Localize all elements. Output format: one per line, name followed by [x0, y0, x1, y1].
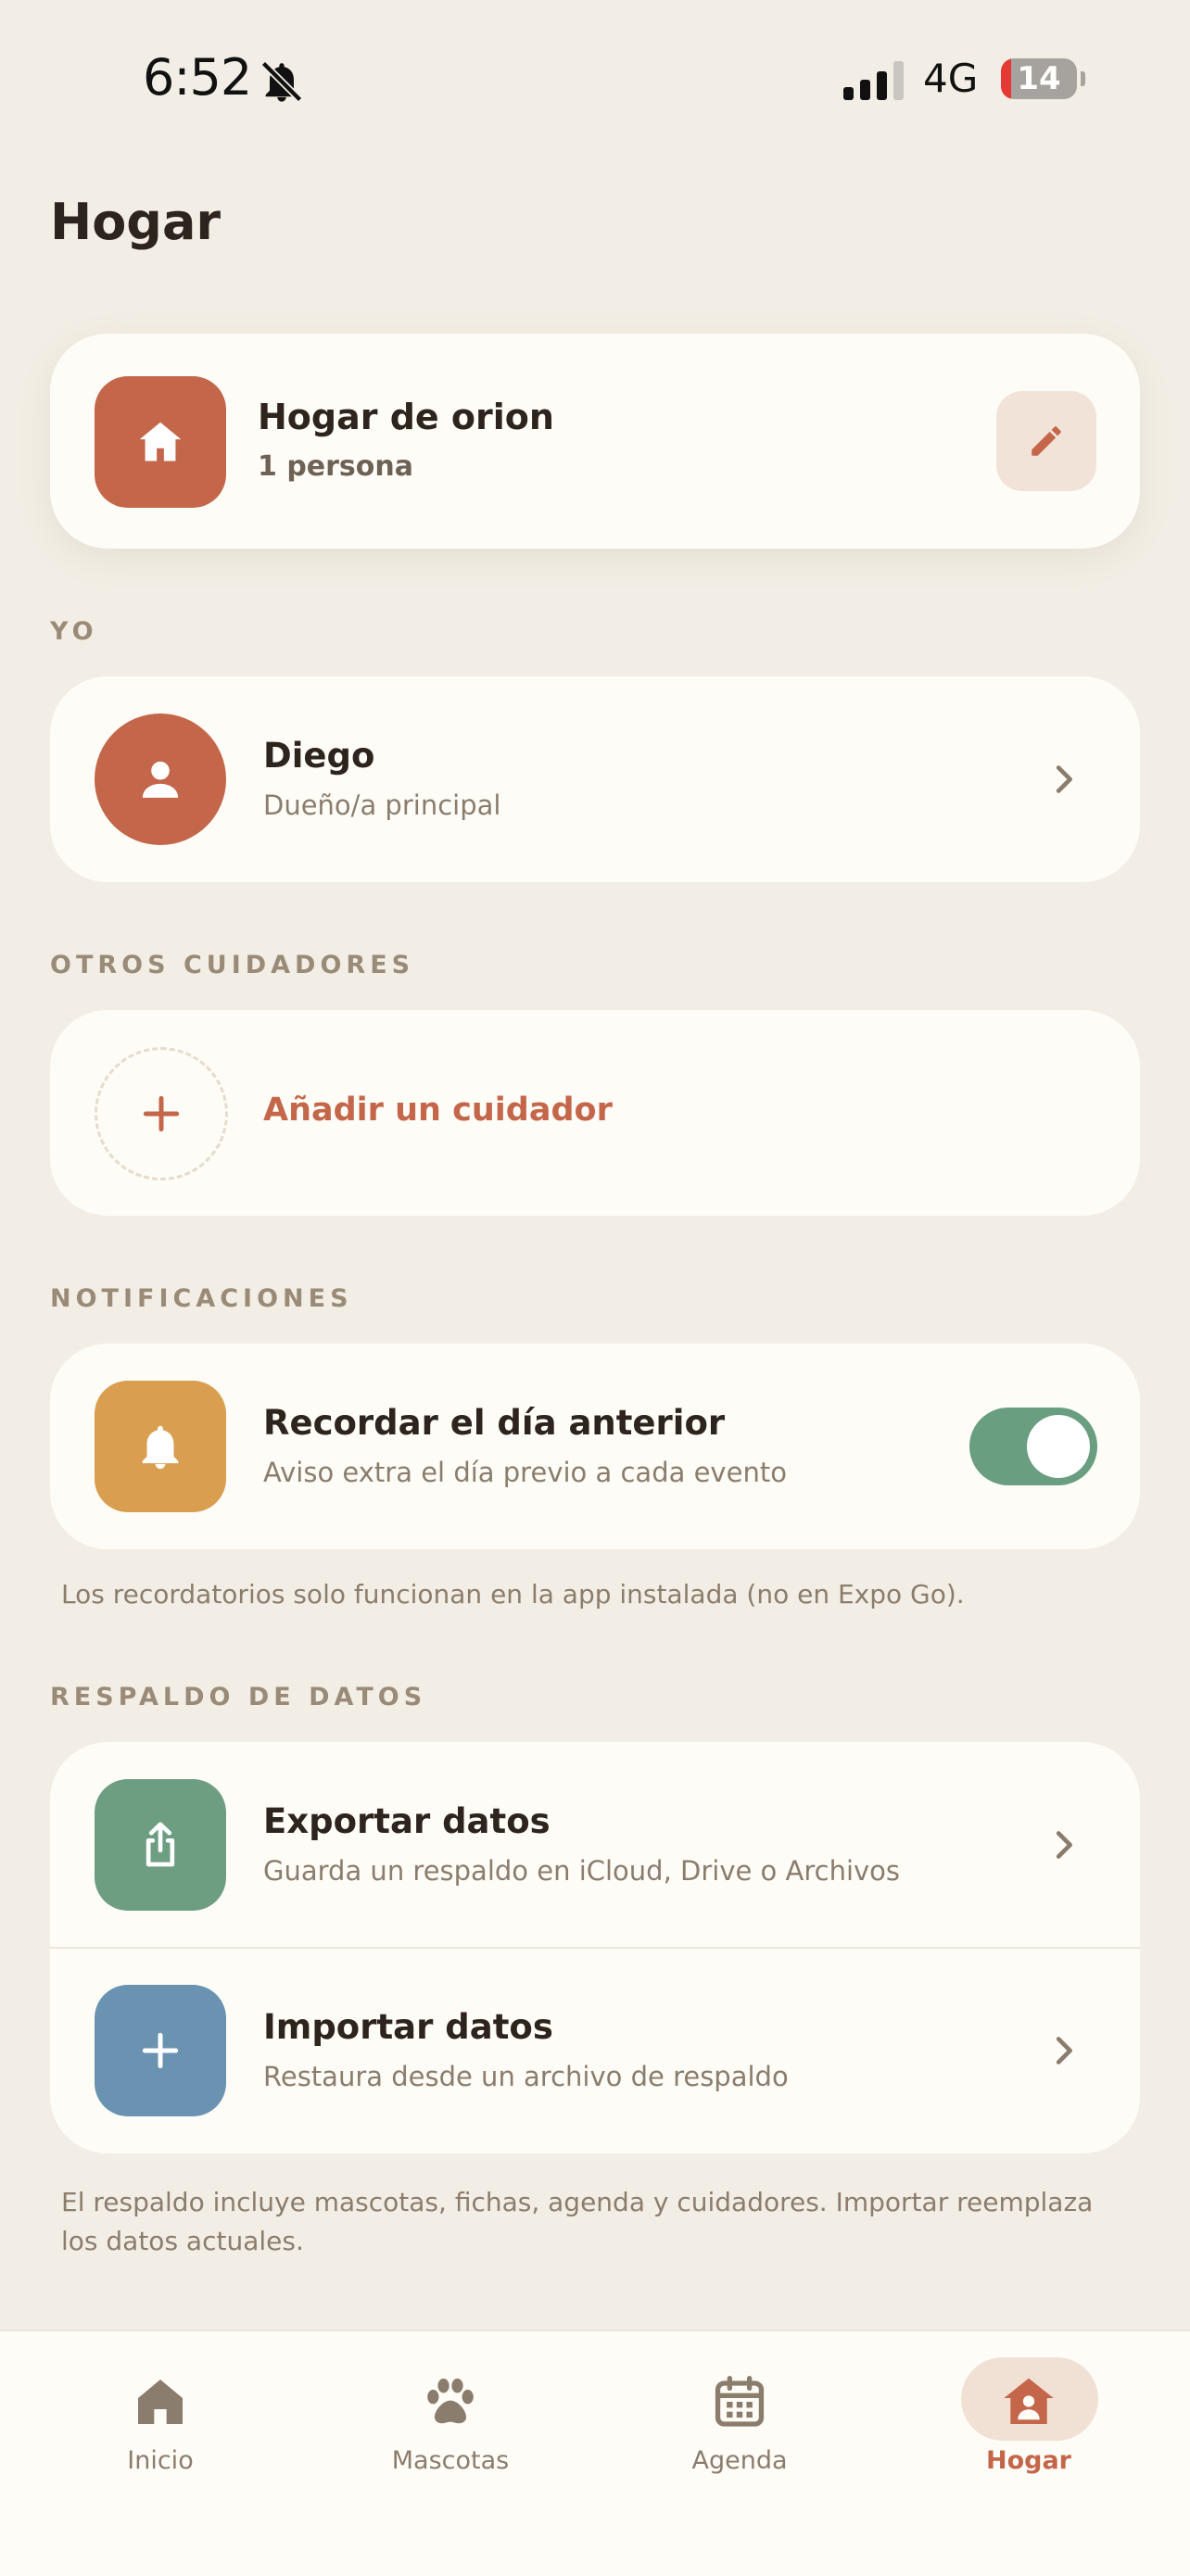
import-title: Importar datos — [263, 2007, 553, 2047]
owner-row[interactable]: Diego Dueño/a principal — [50, 676, 1140, 882]
reminder-row: Recordar el día anterior Aviso extra el … — [50, 1344, 1140, 1549]
household-card: Hogar de orion 1 persona — [50, 334, 1140, 549]
tab-inicio[interactable]: Inicio — [68, 2357, 253, 2496]
battery-percentage: 14 — [1017, 60, 1061, 97]
battery-tip — [1081, 71, 1085, 86]
bell-slash-icon — [260, 60, 303, 103]
owner-role: Dueño/a principal — [263, 789, 501, 821]
tab-bar: Inicio Mascotas Agenda Hogar — [0, 2330, 1190, 2576]
reminder-toggle[interactable] — [969, 1408, 1097, 1485]
share-icon — [95, 1779, 226, 1911]
calendar-icon — [715, 2376, 765, 2427]
import-subtitle: Restaura desde un archivo de respaldo — [263, 2061, 789, 2092]
tab-label: Inicio — [127, 2446, 194, 2475]
page-title: Hogar — [50, 193, 222, 251]
signal-icon — [843, 61, 904, 100]
pencil-icon — [1032, 426, 1061, 456]
reminder-subtitle: Aviso extra el día previo a cada evento — [263, 1457, 787, 1488]
section-label-caregivers: OTROS CUIDADORES — [50, 951, 415, 979]
tab-label: Hogar — [985, 2446, 1071, 2475]
export-data-row[interactable]: Exportar datos Guarda un respaldo en iCl… — [50, 1742, 1140, 1948]
import-data-row[interactable]: Importar datos Restaura desde un archivo… — [50, 1948, 1140, 2153]
section-label-me: YO — [50, 617, 98, 646]
network-type: 4G — [923, 56, 979, 101]
house-icon — [95, 376, 226, 508]
household-icon — [1004, 2378, 1054, 2424]
plus-icon — [95, 1985, 226, 2116]
person-icon — [95, 713, 226, 845]
backup-note: El respaldo incluye mascotas, fichas, ag… — [61, 2187, 1094, 2256]
plus-icon — [95, 1047, 228, 1181]
tab-agenda[interactable]: Agenda — [647, 2357, 832, 2496]
export-subtitle: Guarda un respaldo en iCloud, Drive o Ar… — [263, 1855, 901, 1887]
chevron-right-icon — [1056, 2037, 1072, 2065]
chevron-right-icon — [1056, 765, 1072, 793]
home-icon — [138, 2380, 183, 2424]
section-label-backup: RESPALDO DE DATOS — [50, 1683, 427, 1711]
reminder-title: Recordar el día anterior — [263, 1403, 726, 1443]
add-caregiver-button[interactable]: Añadir un cuidador — [50, 1010, 1140, 1216]
owner-name: Diego — [263, 736, 375, 776]
toggle-knob — [1027, 1415, 1090, 1478]
household-name: Hogar de orion — [258, 397, 554, 437]
tab-hogar[interactable]: Hogar — [936, 2357, 1121, 2496]
backup-card: Exportar datos Guarda un respaldo en iCl… — [50, 1742, 1140, 2153]
add-caregiver-label: Añadir un cuidador — [263, 1092, 613, 1129]
paw-icon — [427, 2378, 474, 2424]
notifications-note: Los recordatorios solo funcionan en la a… — [61, 1579, 965, 1610]
tab-mascotas[interactable]: Mascotas — [358, 2357, 543, 2496]
bell-icon — [95, 1381, 226, 1512]
chevron-right-icon — [1056, 1831, 1072, 1859]
tab-label: Agenda — [691, 2446, 788, 2475]
section-label-notifications: NOTIFICACIONES — [50, 1284, 353, 1313]
export-title: Exportar datos — [263, 1801, 551, 1841]
tab-label: Mascotas — [391, 2446, 510, 2475]
household-members: 1 persona — [258, 450, 414, 483]
battery-icon: 14 — [1001, 58, 1077, 99]
edit-household-button[interactable] — [996, 391, 1096, 491]
status-time: 6:52 — [143, 48, 252, 107]
